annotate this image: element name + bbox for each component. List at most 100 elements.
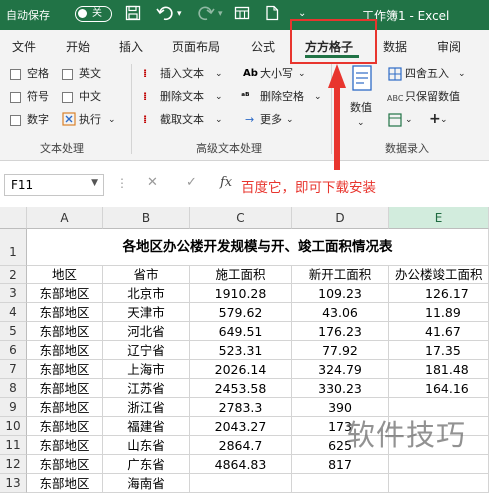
- table-cell[interactable]: 浙江省: [103, 398, 190, 417]
- table-cell[interactable]: [292, 474, 389, 493]
- table-cell[interactable]: 上海市: [103, 360, 190, 379]
- name-box[interactable]: F11 ▼: [4, 174, 104, 196]
- table-cell[interactable]: 东部地区: [27, 303, 103, 322]
- table-cell[interactable]: 东部地区: [27, 379, 103, 398]
- save-icon[interactable]: [125, 5, 141, 25]
- redo-icon[interactable]: [197, 5, 215, 25]
- tab-formulas[interactable]: 公式: [251, 38, 275, 55]
- tab-page-layout[interactable]: 页面布局: [172, 38, 220, 55]
- tab-review[interactable]: 审阅: [437, 38, 461, 55]
- checkbox-number[interactable]: [10, 115, 21, 126]
- table-cell[interactable]: 东部地区: [27, 474, 103, 493]
- table-cell[interactable]: [389, 474, 489, 493]
- more-dropdown-icon[interactable]: ⌄: [286, 113, 294, 127]
- table-cell[interactable]: 817: [292, 455, 389, 474]
- autosave-toggle[interactable]: 关: [75, 6, 112, 22]
- header-cell[interactable]: 施工面积: [190, 266, 292, 284]
- table-cell[interactable]: 2864.7: [190, 436, 292, 455]
- table-cell[interactable]: 2026.14: [190, 360, 292, 379]
- table-cell[interactable]: 2453.58: [190, 379, 292, 398]
- plus-icon[interactable]: +: [429, 112, 441, 126]
- table-cell[interactable]: 天津市: [103, 303, 190, 322]
- undo-dropdown-icon[interactable]: ▾: [177, 9, 182, 19]
- table-cell[interactable]: 176.23: [292, 322, 389, 341]
- insert-text-dropdown-icon[interactable]: ⌄: [215, 67, 223, 81]
- column-header-e[interactable]: E: [389, 207, 489, 229]
- new-document-icon[interactable]: [265, 5, 279, 25]
- keep-value-button[interactable]: 只保留数值: [405, 90, 460, 104]
- table-cell[interactable]: 东部地区: [27, 284, 103, 303]
- table-cell[interactable]: 东部地区: [27, 455, 103, 474]
- table-cell[interactable]: 126.17: [389, 284, 489, 303]
- name-box-dropdown-icon[interactable]: ▼: [91, 178, 98, 188]
- delete-spaces-button[interactable]: 删除空格: [260, 90, 304, 104]
- table-cell[interactable]: 东部地区: [27, 436, 103, 455]
- sheet-dropdown-icon[interactable]: ⌄: [405, 113, 413, 127]
- delete-text-button[interactable]: 删除文本: [160, 90, 204, 104]
- row-header[interactable]: 13: [0, 474, 27, 493]
- table-cell[interactable]: 辽宁省: [103, 341, 190, 360]
- table-cell[interactable]: 579.62: [190, 303, 292, 322]
- extract-text-button[interactable]: 截取文本: [160, 113, 204, 127]
- row-header[interactable]: 2: [0, 266, 27, 284]
- table-cell[interactable]: 77.92: [292, 341, 389, 360]
- row-header[interactable]: 3: [0, 284, 27, 303]
- table-cell[interactable]: 109.23: [292, 284, 389, 303]
- execute-button[interactable]: 执行: [79, 113, 101, 127]
- table-cell[interactable]: 41.67: [389, 322, 489, 341]
- row-header[interactable]: 11: [0, 436, 27, 455]
- select-all-corner[interactable]: [0, 207, 27, 229]
- delete-spaces-dropdown-icon[interactable]: ⌄: [314, 90, 322, 104]
- insert-table-icon[interactable]: [234, 5, 250, 25]
- tab-data[interactable]: 数据: [383, 38, 407, 55]
- row-header[interactable]: 4: [0, 303, 27, 322]
- undo-icon[interactable]: [156, 5, 174, 25]
- checkbox-chinese[interactable]: [62, 92, 73, 103]
- row-header[interactable]: 5: [0, 322, 27, 341]
- row-header[interactable]: 12: [0, 455, 27, 474]
- tab-insert[interactable]: 插入: [119, 38, 143, 55]
- delete-text-dropdown-icon[interactable]: ⌄: [215, 90, 223, 104]
- table-cell[interactable]: [190, 474, 292, 493]
- cancel-icon[interactable]: ✕: [147, 175, 158, 190]
- row-header[interactable]: 7: [0, 360, 27, 379]
- row-header[interactable]: 1: [0, 229, 27, 266]
- table-cell[interactable]: 4864.83: [190, 455, 292, 474]
- row-header[interactable]: 10: [0, 417, 27, 436]
- column-header-d[interactable]: D: [292, 207, 389, 229]
- table-title-cell[interactable]: 各地区办公楼开发规模与开、竣工面积情况表: [27, 229, 489, 266]
- redo-dropdown-icon[interactable]: ▾: [218, 9, 223, 19]
- table-cell[interactable]: 东部地区: [27, 322, 103, 341]
- row-header[interactable]: 9: [0, 398, 27, 417]
- table-cell[interactable]: 164.16: [389, 379, 489, 398]
- tab-home[interactable]: 开始: [66, 38, 90, 55]
- customize-toolbar-icon[interactable]: ⌄: [298, 8, 306, 19]
- table-cell[interactable]: 福建省: [103, 417, 190, 436]
- column-header-a[interactable]: A: [27, 207, 103, 229]
- execute-dropdown-icon[interactable]: ⌄: [108, 113, 116, 127]
- case-dropdown-icon[interactable]: ⌄: [298, 67, 306, 81]
- checkbox-symbol[interactable]: [10, 92, 21, 103]
- table-cell[interactable]: [389, 455, 489, 474]
- checkbox-space[interactable]: [10, 69, 21, 80]
- tab-file[interactable]: 文件: [12, 38, 36, 55]
- table-cell[interactable]: 河北省: [103, 322, 190, 341]
- sheet-icon[interactable]: [388, 113, 402, 131]
- table-cell[interactable]: 江苏省: [103, 379, 190, 398]
- case-button[interactable]: 大小写: [260, 67, 293, 81]
- table-cell[interactable]: 东部地区: [27, 341, 103, 360]
- insert-text-button[interactable]: 插入文本: [160, 67, 204, 81]
- table-cell[interactable]: 东部地区: [27, 398, 103, 417]
- round-button[interactable]: 四舍五入: [405, 67, 449, 81]
- table-cell[interactable]: 17.35: [389, 341, 489, 360]
- header-cell[interactable]: 新开工面积: [292, 266, 389, 284]
- table-cell[interactable]: 11.89: [389, 303, 489, 322]
- header-cell[interactable]: 地区: [27, 266, 103, 284]
- header-cell[interactable]: 办公楼竣工面积: [389, 266, 489, 284]
- column-header-c[interactable]: C: [190, 207, 292, 229]
- table-cell[interactable]: 山东省: [103, 436, 190, 455]
- row-header[interactable]: 6: [0, 341, 27, 360]
- table-cell[interactable]: 324.79: [292, 360, 389, 379]
- table-cell[interactable]: 2043.27: [190, 417, 292, 436]
- enter-icon[interactable]: ✓: [186, 175, 197, 190]
